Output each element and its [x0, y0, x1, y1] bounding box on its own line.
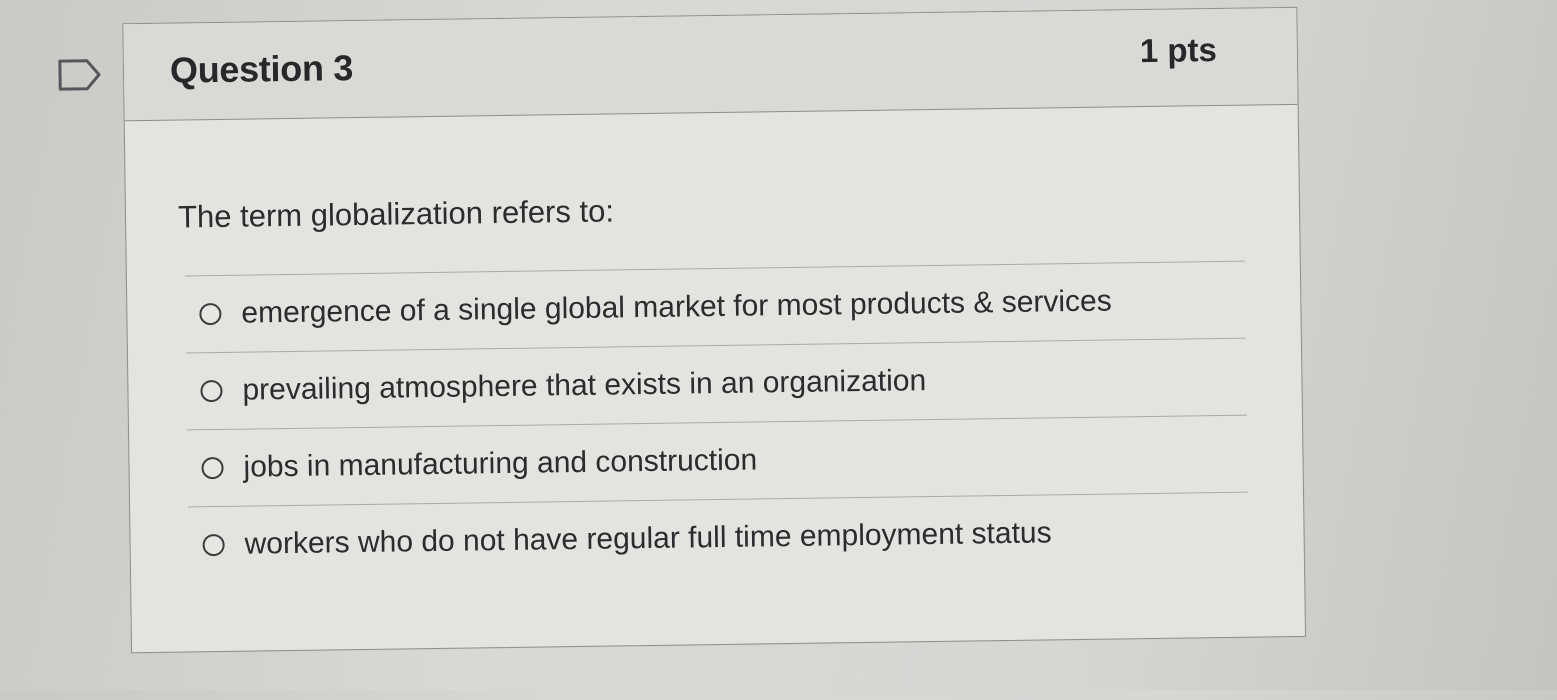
answer-option-3[interactable]: jobs in manufacturing and construction — [187, 415, 1248, 508]
answer-label: prevailing atmosphere that exists in an … — [242, 364, 927, 407]
radio-button[interactable] — [199, 302, 222, 326]
question-title: Question 3 — [169, 47, 354, 91]
answer-option-2[interactable]: prevailing atmosphere that exists in an … — [185, 338, 1247, 431]
radio-button[interactable] — [201, 456, 224, 480]
question-prompt: The term globalization refers to: — [177, 193, 615, 235]
flag-question-icon[interactable] — [57, 55, 104, 96]
radio-button[interactable] — [200, 379, 223, 403]
answer-list: emergence of a single global market for … — [184, 260, 1249, 584]
answer-label: jobs in manufacturing and construction — [243, 443, 758, 484]
radio-button[interactable] — [202, 533, 225, 557]
quiz-page: Question 3 1 pts The term globalization … — [0, 0, 1557, 700]
answer-label: emergence of a single global market for … — [241, 284, 1112, 330]
answer-option-1[interactable]: emergence of a single global market for … — [184, 261, 1246, 354]
answer-option-4[interactable]: workers who do not have regular full tim… — [188, 493, 1249, 584]
question-points: 1 pts — [1139, 31, 1218, 70]
question-header: Question 3 1 pts — [123, 7, 1298, 122]
answer-label: workers who do not have regular full tim… — [244, 516, 1052, 561]
question-card: Question 3 1 pts The term globalization … — [122, 6, 1307, 654]
